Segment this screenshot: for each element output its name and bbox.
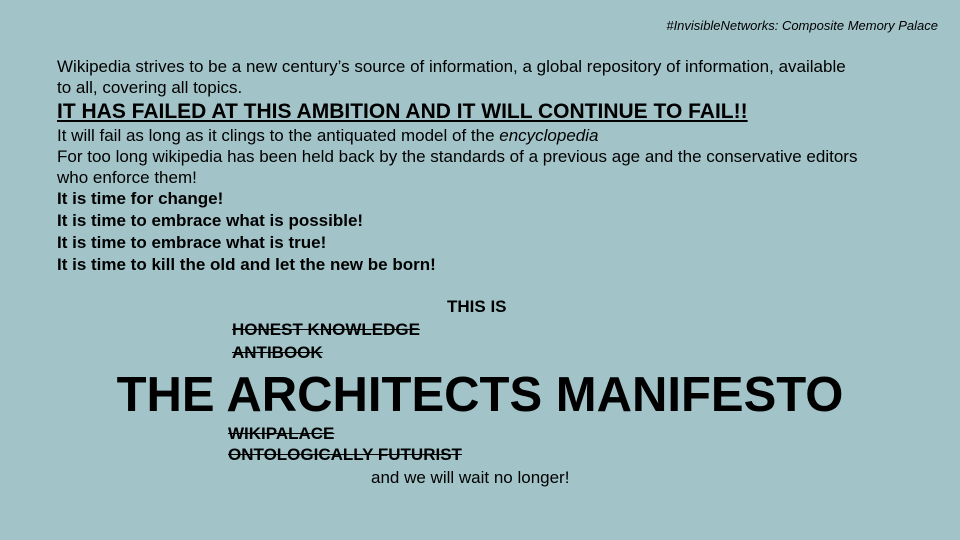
- struck-title-wikipalace: WIKIPALACE: [228, 424, 335, 443]
- encyclopedia-line-text: It will fail as long as it clings to the…: [57, 126, 500, 145]
- manifesto-body: Wikipedia strives to be a new century’s …: [57, 56, 877, 276]
- call-line: It is time to kill the old and let the n…: [57, 255, 436, 274]
- encyclopedia-emphasis: encyclopedia: [499, 126, 599, 145]
- encyclopedia-line: It will fail as long as it clings to the…: [57, 125, 877, 146]
- struck-title-honest-knowledge: HONEST KNOWLEDGE: [232, 320, 420, 339]
- intro-paragraph: Wikipedia strives to be a new century’s …: [57, 57, 846, 97]
- header-tag: #InvisibleNetworks: Composite Memory Pal…: [666, 18, 938, 33]
- this-is-label: THIS IS: [447, 297, 507, 316]
- closing-line: and we will wait no longer!: [371, 468, 570, 487]
- slide: #InvisibleNetworks: Composite Memory Pal…: [0, 0, 960, 540]
- struck-title-ontologically-futurist: ONTOLOGICALLY FUTURIST: [228, 445, 462, 464]
- held-back-paragraph: For too long wikipedia has been held bac…: [57, 147, 858, 187]
- failure-headline: IT HAS FAILED AT THIS AMBITION AND IT WI…: [57, 100, 748, 123]
- call-line: It is time to embrace what is possible!: [57, 211, 364, 230]
- manifesto-title: THE ARCHITECTS MANIFESTO: [116, 368, 844, 422]
- struck-title-antibook: ANTIBOOK: [232, 343, 323, 362]
- call-line: It is time for change!: [57, 189, 224, 208]
- call-line: It is time to embrace what is true!: [57, 233, 327, 252]
